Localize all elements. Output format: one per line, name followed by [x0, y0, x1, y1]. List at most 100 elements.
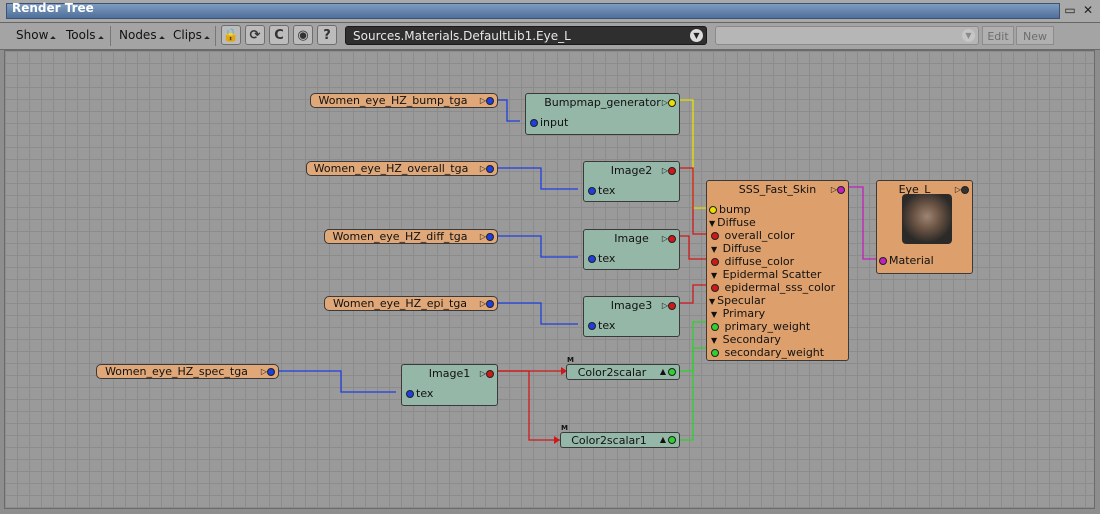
chevron-down-icon[interactable]: ▼ — [690, 29, 703, 42]
port-diffuse-color[interactable]: diffuse_color — [711, 255, 794, 268]
image1-node[interactable]: Image1 ▷ tex — [401, 364, 498, 406]
material-preview-thumbnail — [902, 194, 952, 244]
expand-triangle-icon[interactable]: ▼ — [709, 219, 715, 228]
bumpmap-generator-node[interactable]: Bumpmap_generator ▷ input — [525, 93, 680, 135]
port-label: secondary_weight — [724, 346, 825, 359]
output-port[interactable]: ▷ — [480, 368, 494, 379]
apple-icon[interactable]: ◉ — [293, 25, 313, 45]
input-port[interactable]: tex — [588, 319, 615, 332]
port-primary-weight[interactable]: primary_weight — [711, 320, 810, 333]
expand-triangle-icon[interactable]: ▼ — [711, 271, 717, 280]
output-port[interactable]: ▷ — [261, 366, 275, 377]
color2scalar-node[interactable]: Color2scalar ▲ — [566, 364, 680, 380]
output-port[interactable]: ▷ — [480, 163, 494, 174]
output-port[interactable]: ▷ — [662, 300, 676, 311]
port-label: input — [540, 116, 569, 129]
expand-triangle-icon[interactable]: ▼ — [711, 336, 717, 345]
menu-clips[interactable]: Clips — [173, 28, 202, 42]
group-primary[interactable]: ▼ Primary — [711, 307, 765, 321]
port-label: diffuse_color — [724, 255, 795, 268]
node-title: Color2scalar — [577, 366, 647, 379]
color2scalar1-node[interactable]: Color2scalar1 ▲ — [560, 432, 680, 448]
window-titlebar: Render Tree ▭ ✕ — [0, 0, 1100, 23]
output-port[interactable]: ▲ — [660, 366, 676, 377]
port-label: Diffuse — [717, 216, 756, 229]
port-label: tex — [598, 252, 616, 265]
port-label: primary_weight — [724, 320, 811, 333]
output-port[interactable]: ▷ — [955, 184, 969, 195]
image-clip-overall[interactable]: Women_eye_HZ_overall_tga ▷ — [306, 161, 498, 176]
eye-l-material-node[interactable]: Eye_L ▷ Material — [876, 180, 973, 274]
port-label: overall_color — [724, 229, 795, 242]
input-port[interactable]: tex — [406, 387, 433, 400]
input-port[interactable]: input — [530, 116, 568, 129]
image-clip-bump[interactable]: Women_eye_HZ_bump_tga ▷ — [310, 93, 498, 108]
expand-triangle-icon[interactable]: ▼ — [711, 245, 717, 254]
port-dot — [486, 164, 494, 173]
node-title: Bumpmap_generator — [544, 96, 661, 109]
new-button[interactable]: New — [1016, 26, 1054, 45]
port-label: Secondary — [722, 333, 781, 346]
output-port[interactable]: ▷ — [662, 97, 676, 108]
scalar-triangle-icon: ▲ — [659, 367, 666, 376]
lock-icon[interactable]: 🔒 — [221, 25, 241, 45]
output-port[interactable]: ▷ — [480, 231, 494, 242]
port-dot — [879, 257, 887, 265]
menu-show[interactable]: Show — [16, 28, 48, 42]
output-port[interactable]: ▷ — [662, 165, 676, 176]
group-specular[interactable]: ▼ Specular — [709, 294, 765, 308]
port-dot — [588, 255, 596, 263]
minimize-button[interactable]: ▭ — [1062, 3, 1078, 18]
render-tree-canvas[interactable]: Women_eye_HZ_bump_tga ▷ Women_eye_HZ_ove… — [4, 50, 1095, 509]
port-label: bump — [719, 203, 751, 216]
image-clip-diff[interactable]: Women_eye_HZ_diff_tga ▷ — [324, 229, 498, 244]
port-dot — [406, 390, 414, 398]
title-bar-strip[interactable] — [6, 3, 1060, 19]
port-dot — [267, 367, 275, 376]
port-bump[interactable]: bump — [709, 203, 751, 216]
scalar-triangle-icon: ▲ — [659, 435, 666, 444]
output-port[interactable]: ▷ — [662, 233, 676, 244]
group-diffuse[interactable]: ▼ Diffuse — [709, 216, 756, 230]
wire-color2scalar1-to-secondary — [673, 347, 706, 441]
chevron-down-icon[interactable]: ▼ — [962, 29, 975, 42]
expand-triangle-icon[interactable]: ▼ — [711, 310, 717, 319]
input-port-material[interactable]: Material — [879, 254, 934, 267]
group-epidermal-scatter[interactable]: ▼ Epidermal Scatter — [711, 268, 821, 282]
menu-nodes[interactable]: Nodes — [119, 28, 157, 42]
node-title: Color2scalar1 — [571, 434, 647, 447]
port-epidermal-sss-color[interactable]: epidermal_sss_color — [711, 281, 835, 294]
help-icon[interactable]: ? — [317, 25, 337, 45]
menu-tools[interactable]: Tools — [66, 28, 96, 42]
render-tree-path-select[interactable]: Sources.Materials.DefaultLib1.Eye_L ▼ — [345, 26, 707, 45]
image-node[interactable]: Image ▷ tex — [583, 229, 680, 270]
secondary-select[interactable]: ▼ — [715, 26, 979, 45]
output-port[interactable]: ▷ — [831, 184, 845, 195]
close-button[interactable]: ✕ — [1080, 3, 1096, 18]
image-clip-spec[interactable]: Women_eye_HZ_spec_tga ▷ — [96, 364, 279, 379]
input-port[interactable]: tex — [588, 252, 615, 265]
input-port[interactable]: tex — [588, 184, 615, 197]
port-secondary-weight[interactable]: secondary_weight — [711, 346, 824, 359]
refresh-icon[interactable]: ⟳ — [245, 25, 265, 45]
port-overall-color[interactable]: overall_color — [711, 229, 794, 242]
sss-fast-skin-node[interactable]: SSS_Fast_Skin ▷ bump ▼ Diffuse overall_co… — [706, 180, 849, 361]
group-diffuse-sub[interactable]: ▼ Diffuse — [711, 242, 761, 256]
wire-diff-to-image — [491, 235, 578, 258]
toolbar-separator — [110, 26, 111, 46]
image3-node[interactable]: Image3 ▷ tex — [583, 296, 680, 337]
image2-node[interactable]: Image2 ▷ tex — [583, 161, 680, 202]
output-port[interactable]: ▷ — [480, 298, 494, 309]
edit-button[interactable]: Edit — [982, 26, 1014, 45]
port-label: Diffuse — [722, 242, 762, 255]
port-dot — [709, 206, 717, 214]
group-secondary[interactable]: ▼ Secondary — [711, 333, 781, 347]
image-clip-epi[interactable]: Women_eye_HZ_epi_tga ▷ — [324, 296, 498, 311]
wire-overall-to-image2 — [491, 167, 578, 190]
wire-image1-to-color2scalar1 — [495, 370, 561, 441]
output-port[interactable]: ▷ — [480, 95, 494, 106]
clip-c-icon[interactable]: C — [269, 25, 289, 45]
output-port[interactable]: ▲ — [660, 434, 676, 445]
port-dot — [837, 185, 845, 194]
expand-triangle-icon[interactable]: ▼ — [709, 297, 715, 306]
